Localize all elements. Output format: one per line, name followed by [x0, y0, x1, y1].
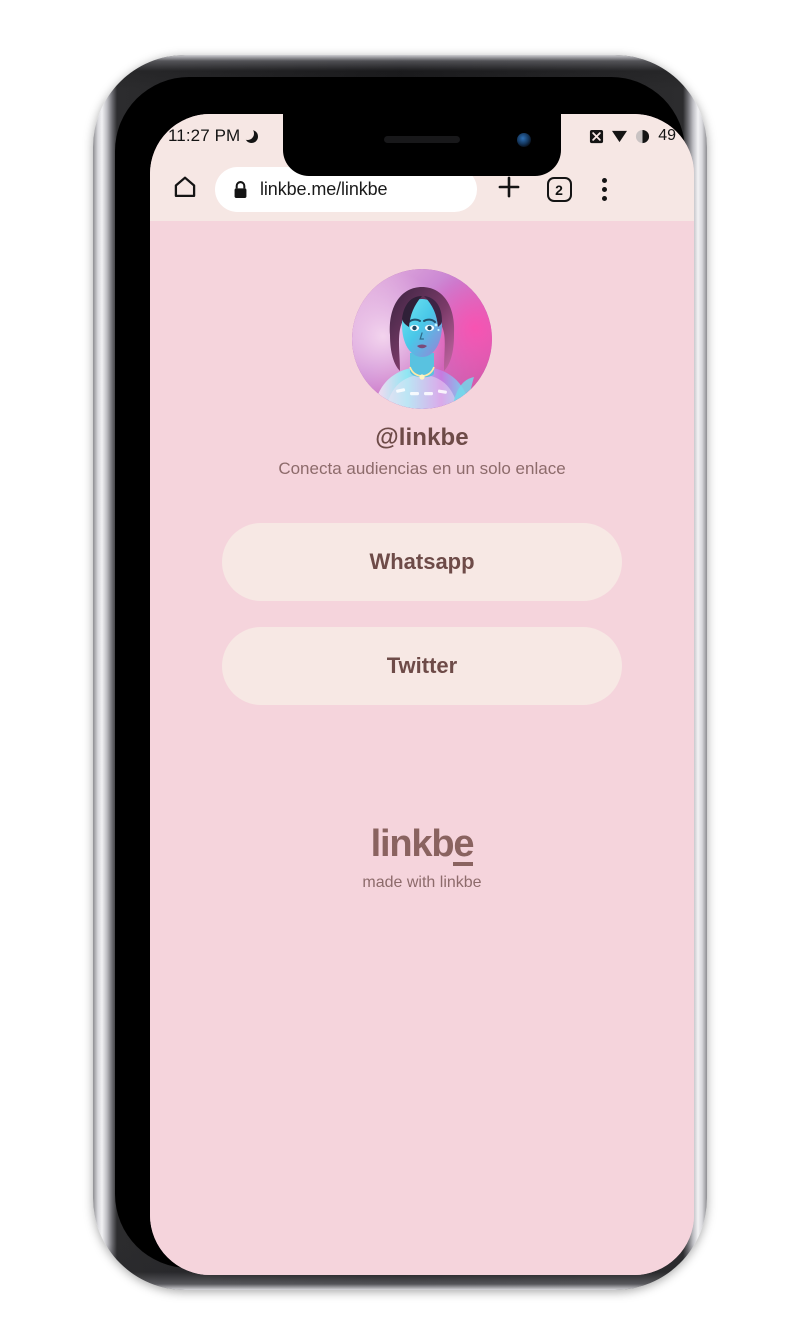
tab-count: 2 [546, 177, 572, 202]
no-sim-icon [589, 129, 604, 144]
status-time: 11:27 PM [168, 126, 241, 145]
status-bar-left: 11:27 PM [168, 126, 259, 146]
home-button[interactable] [167, 172, 203, 208]
avatar-photo [352, 269, 492, 409]
profile-handle: @linkbe [375, 424, 469, 451]
links-list: Whatsapp Twitter [150, 523, 694, 705]
status-bar-right: 49 [589, 127, 676, 145]
phone-screen: 11:27 PM 49 linkbe.me/linkbe 2 @linkbe C… [150, 114, 694, 1275]
front-camera [517, 133, 531, 147]
device-notch [283, 114, 561, 176]
link-button-whatsapp[interactable]: Whatsapp [222, 523, 622, 601]
linkbe-logo-text: linkb [370, 823, 455, 865]
linkbe-logo-underlined-e: e [453, 823, 474, 866]
url-text: linkbe.me/linkbe [260, 179, 388, 199]
three-dot-menu-icon-dot-1 [601, 178, 607, 183]
earpiece-speaker [384, 136, 460, 143]
footer-note: made with linkbe [362, 873, 482, 891]
battery-level-text: 49 [658, 127, 676, 144]
overflow-menu-button[interactable] [589, 172, 619, 208]
three-dot-menu-icon-dot-3 [601, 196, 607, 201]
avatar [352, 269, 492, 409]
phone-device: 11:27 PM 49 linkbe.me/linkbe 2 @linkbe C… [93, 55, 707, 1290]
page-content: @linkbe Conecta audiencias en un solo en… [150, 221, 694, 1275]
new-tab-button[interactable] [491, 172, 527, 208]
footer-brand: linkb e made with linkbe [362, 825, 481, 892]
home-icon [172, 174, 198, 205]
device-bezel: 11:27 PM 49 linkbe.me/linkbe 2 @linkbe C… [115, 77, 694, 1275]
battery-saver-half-circle-icon [635, 129, 650, 144]
link-button-twitter[interactable]: Twitter [222, 627, 622, 705]
linkbe-logo: linkb e [371, 825, 474, 866]
lock-icon [233, 180, 248, 199]
three-dot-menu-icon-dot-2 [601, 187, 607, 192]
profile-tagline: Conecta audiencias en un solo enlace [278, 459, 566, 478]
plus-icon [496, 174, 522, 205]
tab-switcher-button[interactable]: 2 [541, 172, 577, 208]
crescent-moon-icon [241, 126, 259, 143]
signal-triangle-icon [611, 129, 628, 144]
